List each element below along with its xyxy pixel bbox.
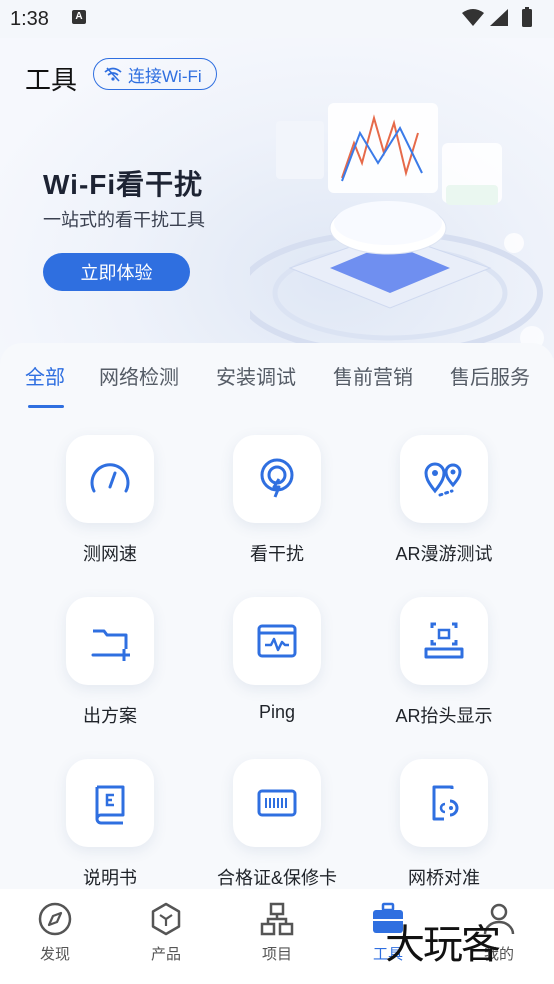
- nav-products[interactable]: 产品: [121, 901, 211, 964]
- nav-label: 项目: [261, 946, 292, 963]
- tool-label: Ping: [258, 702, 296, 722]
- battery-icon: [522, 7, 532, 27]
- ping-monitor-icon: [257, 624, 297, 658]
- tool-label: 测网速: [83, 544, 137, 564]
- active-tab-indicator: [28, 405, 64, 408]
- page-title: 工具: [25, 65, 78, 95]
- connect-wifi-label: 连接Wi-Fi: [128, 66, 202, 86]
- bridge-align-icon: [432, 785, 459, 821]
- tool-label: AR漫游测试: [395, 544, 493, 564]
- ar-scan-icon: [424, 622, 464, 659]
- barcode-card-icon: [257, 789, 297, 817]
- tool-warranty-card[interactable]: 合格证&保修卡: [197, 759, 357, 909]
- tool-label: AR抬头显示: [395, 706, 493, 726]
- watermark-text: 大玩客: [385, 922, 501, 968]
- speedometer-icon: [90, 463, 130, 493]
- manual-book-icon: [95, 785, 125, 825]
- tool-label: 看干扰: [250, 544, 304, 564]
- banner-title: Wi-Fi看干扰: [43, 169, 204, 200]
- wifi-off-icon: [104, 67, 122, 82]
- project-tree-icon: [260, 902, 294, 936]
- nav-label: 发现: [39, 946, 70, 963]
- tool-label: 网桥对准: [408, 868, 480, 888]
- tool-ar-roaming[interactable]: AR漫游测试: [364, 435, 524, 585]
- tab-all[interactable]: 全部: [25, 361, 65, 390]
- tool-speed-test[interactable]: 测网速: [30, 435, 190, 585]
- tool-bridge-align[interactable]: 网桥对准: [364, 759, 524, 909]
- banner-subtitle: 一站式的看干扰工具: [43, 210, 205, 230]
- location-pins-icon: [424, 462, 462, 497]
- tools-panel: 全部 网络检测 安装调试 售前营销 售后服务 测网速 看干扰 AR漫游测试 出方…: [0, 343, 554, 903]
- status-time: 1:38: [10, 8, 49, 30]
- tool-interference[interactable]: 看干扰: [197, 435, 357, 585]
- hero-banner: 工具 连接Wi-Fi Wi-Fi看干扰 一站式的看干扰工具 立即体验: [0, 38, 554, 358]
- nav-projects[interactable]: 项目: [232, 901, 322, 964]
- tool-manual[interactable]: 说明书: [30, 759, 190, 909]
- tab-install-debug[interactable]: 安装调试: [216, 361, 296, 390]
- tool-label: 说明书: [83, 868, 137, 888]
- try-now-button[interactable]: 立即体验: [43, 253, 190, 291]
- tab-presales[interactable]: 售前营销: [333, 361, 413, 390]
- nav-label: 产品: [150, 946, 181, 963]
- product-hex-icon: [151, 902, 181, 936]
- signal-interference-icon: [260, 458, 294, 498]
- tab-network-test[interactable]: 网络检测: [99, 361, 179, 390]
- status-icons: [460, 7, 544, 34]
- tool-label: 出方案: [83, 706, 137, 726]
- nav-discover[interactable]: 发现: [10, 901, 100, 964]
- tool-label: 合格证&保修卡: [216, 868, 337, 888]
- wifi-ap-illustration: [250, 103, 544, 356]
- tool-ping[interactable]: Ping: [197, 597, 357, 747]
- tool-proposal[interactable]: 出方案: [30, 597, 190, 747]
- category-tabs: 全部 网络检测 安装调试 售前营销 售后服务: [0, 361, 554, 401]
- cellular-signal-icon: [490, 9, 508, 26]
- tool-ar-hud[interactable]: AR抬头显示: [364, 597, 524, 747]
- status-bar: 1:38 A: [0, 0, 554, 38]
- folder-add-icon: [91, 629, 130, 661]
- connect-wifi-button[interactable]: 连接Wi-Fi: [93, 58, 217, 90]
- wifi-status-icon: [462, 9, 484, 26]
- tab-aftersales[interactable]: 售后服务: [450, 361, 530, 390]
- notification-badge-icon: A: [72, 10, 86, 24]
- compass-icon: [38, 902, 72, 936]
